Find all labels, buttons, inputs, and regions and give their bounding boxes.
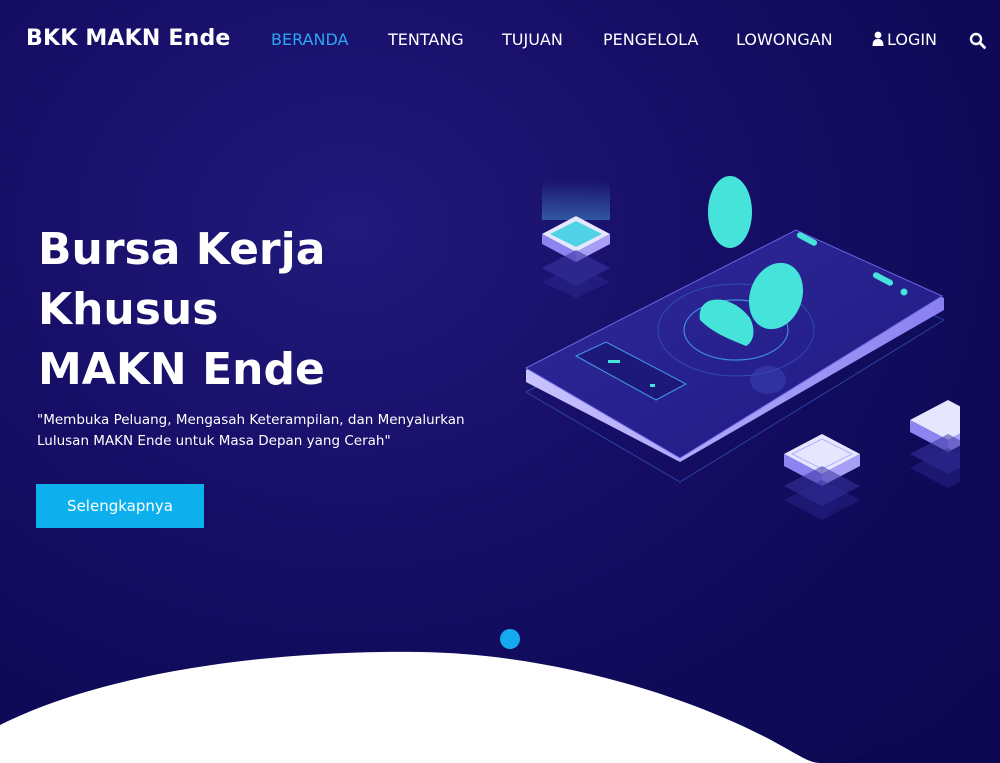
nav-item-lowongan[interactable]: LOWONGAN — [736, 30, 833, 49]
hero-title: Bursa Kerja Khusus MAKN Ende — [38, 220, 438, 400]
hero-title-line: MAKN Ende — [38, 344, 325, 395]
nav-item-tentang[interactable]: TENTANG — [388, 30, 464, 49]
read-more-button[interactable]: Selengkapnya — [36, 484, 204, 528]
hero-title-line: Khusus — [38, 284, 219, 335]
hero-subtitle: "Membuka Peluang, Mengasah Keterampilan,… — [37, 412, 465, 449]
nav-item-beranda[interactable]: BERANDA — [271, 30, 348, 49]
search-icon[interactable] — [969, 32, 987, 50]
bottom-wave — [0, 651, 1000, 763]
nav-item-tujuan[interactable]: TUJUAN — [502, 30, 563, 49]
phone-illustration — [524, 176, 960, 520]
nav-menu: BERANDA TENTANG TUJUAN PENGELOLA LOWONGA… — [0, 30, 1000, 54]
navbar: BKK MAKN Ende BERANDA TENTANG TUJUAN PEN… — [0, 0, 1000, 80]
login-label: LOGIN — [887, 30, 938, 49]
nav-item-login[interactable]: LOGIN — [872, 30, 937, 49]
hero-section: BKK MAKN Ende BERANDA TENTANG TUJUAN PEN… — [0, 0, 1000, 763]
user-icon — [872, 31, 884, 46]
nav-item-pengelola[interactable]: PENGELOLA — [603, 30, 698, 49]
hero-title-line: Bursa Kerja — [38, 224, 326, 275]
